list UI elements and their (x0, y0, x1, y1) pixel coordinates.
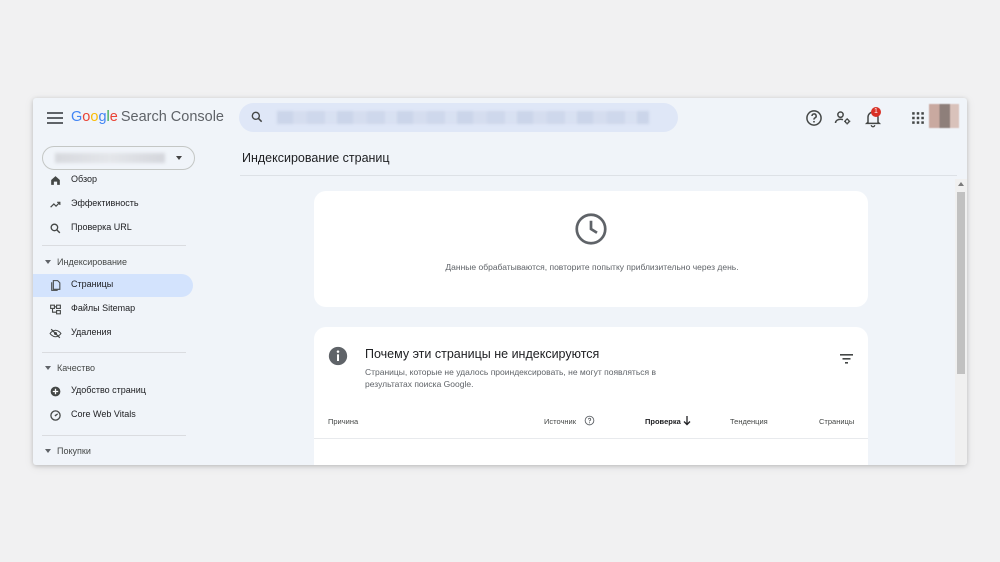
column-header-trend[interactable]: Тенденция (730, 417, 768, 426)
section-label: Качество (57, 363, 96, 373)
sidebar-item-label: Проверка URL (71, 222, 132, 232)
divider (240, 175, 957, 176)
search-console-logo[interactable]: Google Search Console (71, 109, 224, 125)
section-label: Покупки (57, 446, 91, 456)
sidebar-item-label: Эффективность (71, 198, 139, 208)
sidebar-item-performance[interactable]: Эффективность (33, 193, 193, 216)
reasons-card: Почему эти страницы не индексируются Стр… (314, 327, 868, 465)
section-shopping[interactable]: Покупки (33, 441, 193, 461)
scrollbar-thumb[interactable] (957, 192, 965, 374)
sidebar-item-sitemaps[interactable]: Файлы Sitemap (33, 298, 193, 321)
sidebar-item-removals[interactable]: Удаления (33, 322, 193, 345)
sitemap-icon (50, 304, 61, 315)
reasons-subtitle: Страницы, которые не удалось проиндексир… (365, 367, 656, 389)
product-name: Search Console (120, 109, 224, 125)
search-input[interactable] (239, 103, 678, 132)
clock-icon (575, 213, 607, 245)
chevron-down-icon (176, 156, 182, 160)
property-selector[interactable] (42, 146, 195, 170)
sidebar-item-label: Файлы Sitemap (71, 303, 136, 313)
column-header-source[interactable]: Источник (544, 417, 576, 426)
search-console-window: Google Search Console 1 Обзор Эффективнос… (33, 98, 967, 465)
sidebar-item-label: Удаления (71, 327, 112, 337)
divider (42, 352, 186, 353)
main-content: Индексирование страниц Данные обрабатыва… (233, 138, 967, 465)
menu-icon[interactable] (47, 110, 63, 126)
filter-icon[interactable] (840, 354, 853, 364)
divider (42, 245, 186, 246)
help-icon[interactable] (584, 415, 595, 426)
sidebar-item-label: Удобство страниц (71, 385, 146, 395)
sidebar-item-pages[interactable]: Страницы (33, 274, 193, 297)
column-header-reason[interactable]: Причина (328, 417, 358, 426)
section-indexing[interactable]: Индексирование (33, 252, 193, 272)
arrow-down-icon[interactable] (683, 416, 691, 426)
sidebar: Обзор Эффективность Проверка URL Индекси… (33, 138, 233, 465)
redacted-property-name (55, 153, 165, 163)
manage-users-icon[interactable] (833, 108, 853, 128)
search-icon (50, 223, 61, 234)
home-icon (51, 176, 60, 185)
sidebar-item-label: Обзор (71, 174, 97, 184)
processing-message: Данные обрабатываются, повторите попытку… (445, 262, 739, 272)
sidebar-item-url-inspection[interactable]: Проверка URL (33, 217, 193, 240)
sidebar-item-core-web-vitals[interactable]: Core Web Vitals (33, 404, 193, 427)
sidebar-item-overview[interactable]: Обзор (33, 169, 193, 192)
scroll-up-arrow-icon[interactable] (958, 182, 964, 186)
notification-badge: 1 (871, 107, 881, 117)
search-icon (251, 111, 263, 123)
redacted-search-text (277, 111, 649, 124)
reasons-title: Почему эти страницы не индексируются (365, 347, 600, 361)
info-icon (328, 346, 348, 366)
processing-card: Данные обрабатываются, повторите попытку… (314, 191, 868, 307)
collapse-arrow-icon (45, 260, 51, 264)
account-avatar[interactable] (929, 104, 959, 128)
divider (314, 438, 868, 439)
column-header-pages[interactable]: Страницы (819, 417, 854, 426)
speed-icon (50, 410, 61, 421)
pages-icon (51, 280, 61, 291)
top-bar: Google Search Console 1 (33, 98, 967, 138)
add-circle-icon (50, 386, 61, 397)
section-label: Индексирование (57, 257, 127, 267)
sidebar-item-page-experience[interactable]: Удобство страниц (33, 380, 193, 403)
collapse-arrow-icon (45, 449, 51, 453)
apps-grid-icon[interactable] (908, 108, 928, 128)
scrollbar[interactable] (955, 179, 967, 465)
collapse-arrow-icon (45, 366, 51, 370)
trending-up-icon (50, 201, 61, 208)
section-quality[interactable]: Качество (33, 358, 193, 378)
sidebar-item-label: Core Web Vitals (71, 409, 136, 419)
help-icon[interactable] (804, 108, 824, 128)
visibility-off-icon (49, 328, 62, 339)
sidebar-item-label: Страницы (71, 279, 114, 289)
page-title: Индексирование страниц (242, 151, 390, 165)
column-header-validation[interactable]: Проверка (645, 417, 681, 426)
divider (42, 435, 186, 436)
